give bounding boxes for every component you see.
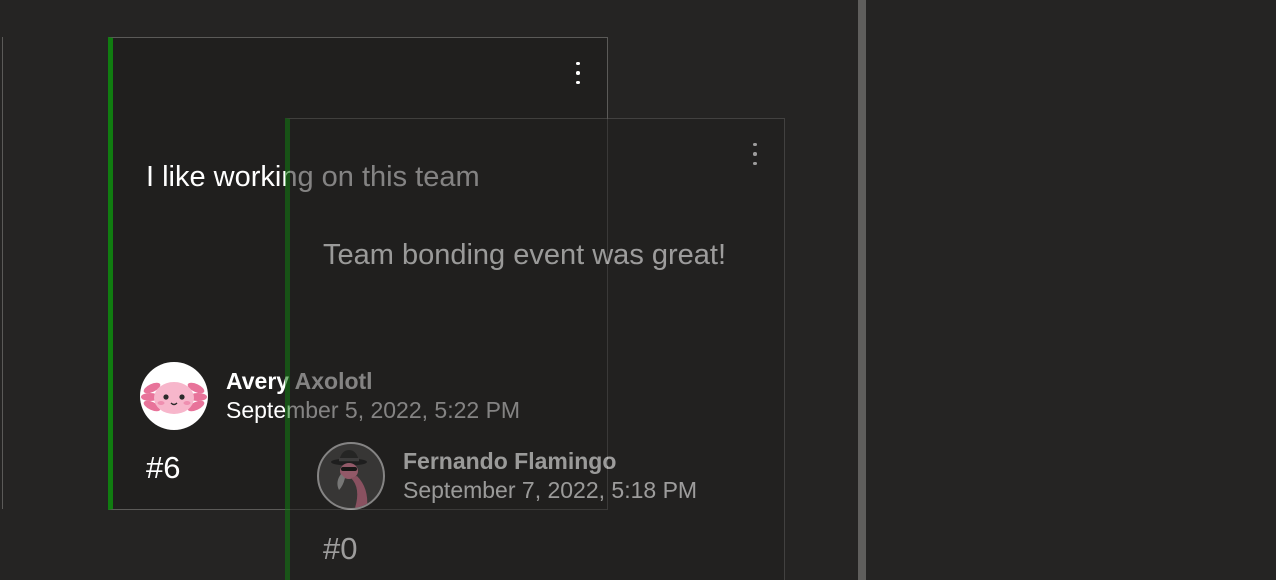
more-icon-dot <box>753 161 757 166</box>
more-icon-dot <box>576 80 580 85</box>
card-number: #0 <box>323 531 358 566</box>
card-menu-button[interactable] <box>745 137 765 171</box>
flamingo-avatar-icon <box>317 442 385 510</box>
card-author: Fernando Flamingo September 7, 2022, 5:1… <box>317 442 697 510</box>
card-menu-button[interactable] <box>568 56 588 90</box>
author-name: Fernando Flamingo <box>403 448 617 474</box>
card-text: Team bonding event was great! <box>323 239 727 271</box>
axolotl-avatar-icon <box>140 362 208 430</box>
more-icon-dot <box>576 61 580 66</box>
feedback-card-dragging[interactable]: Team bonding event was great! Fernando F… <box>285 118 785 580</box>
right-pane <box>866 0 1276 580</box>
pane-splitter[interactable] <box>858 0 866 580</box>
created-date: September 7, 2022, 5:18 PM <box>403 477 698 503</box>
board-column-edge <box>0 37 3 509</box>
card-number: #6 <box>146 450 181 485</box>
retrospective-board: I like working on this team <box>0 0 1276 580</box>
author-info: Fernando Flamingo September 7, 2022, 5:1… <box>403 447 697 505</box>
more-icon-dot <box>576 71 580 75</box>
more-icon-dot <box>753 152 757 156</box>
more-icon-dot <box>753 142 757 147</box>
